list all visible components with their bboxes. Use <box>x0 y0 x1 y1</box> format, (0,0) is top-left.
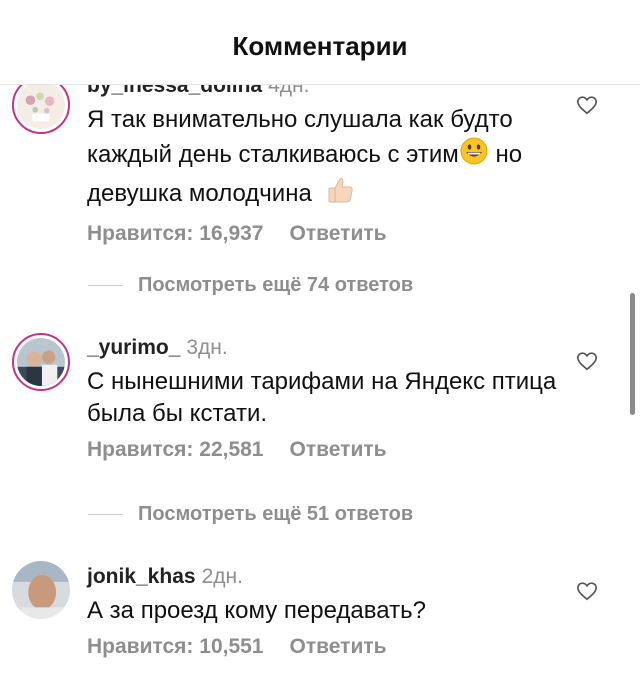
thumbs-up-emoji <box>326 175 356 214</box>
reply-button[interactable]: Ответить <box>290 438 387 461</box>
comment-text: Я так внимательно слушала как будто кажд… <box>87 104 567 214</box>
avatar-image <box>17 81 65 129</box>
grinning-face-emoji <box>459 136 489 175</box>
header: Комментарии <box>0 0 640 85</box>
avatar-image <box>12 561 70 619</box>
comment-actions: Нравится: 10,551 Ответить <box>87 635 567 659</box>
reply-button[interactable]: Ответить <box>290 222 387 245</box>
page-title: Комментарии <box>232 31 408 61</box>
comment-actions: Нравится: 22,581 Ответить <box>87 438 567 462</box>
avatar[interactable] <box>12 561 70 619</box>
view-replies-label: Посмотреть ещё 74 ответов <box>138 274 414 296</box>
divider-line <box>88 514 122 516</box>
like-count[interactable]: Нравится: 16,937 <box>87 222 264 245</box>
reply-button[interactable]: Ответить <box>290 635 387 658</box>
comment-header: jonik_khas 2дн. <box>87 565 567 589</box>
timestamp: 3дн. <box>186 336 228 359</box>
view-replies-button[interactable]: Посмотреть ещё 51 ответов <box>88 503 413 526</box>
view-replies-label: Посмотреть ещё 51 ответов <box>138 503 414 525</box>
timestamp: 2дн. <box>201 565 243 588</box>
comment-text: А за проезд кому передавать? <box>87 597 426 624</box>
divider-line <box>88 285 122 287</box>
like-count[interactable]: Нравится: 10,551 <box>87 635 264 658</box>
view-replies-button[interactable]: Посмотреть ещё 74 ответов <box>88 274 413 297</box>
scroll-thumb[interactable] <box>630 293 635 415</box>
avatar-image <box>17 338 65 386</box>
like-count[interactable]: Нравится: 22,581 <box>87 438 264 461</box>
comment-actions: Нравится: 16,937 Ответить <box>87 222 567 246</box>
comments-list[interactable]: by_inessa_dolina 4дн. Я так внимательно с… <box>0 0 640 690</box>
comment-header: _yurimo_ 3дн. <box>87 336 567 360</box>
username[interactable]: jonik_khas <box>87 565 196 588</box>
comment-text-part: Я так внимательно слушала как будто кажд… <box>87 106 513 168</box>
username[interactable]: _yurimo_ <box>87 336 180 359</box>
heart-icon[interactable] <box>576 580 598 602</box>
heart-icon[interactable] <box>576 94 598 116</box>
avatar[interactable] <box>12 333 70 391</box>
comment-text: С нынешними тарифами на Яндекс птица был… <box>87 368 557 427</box>
heart-icon[interactable] <box>576 350 598 372</box>
